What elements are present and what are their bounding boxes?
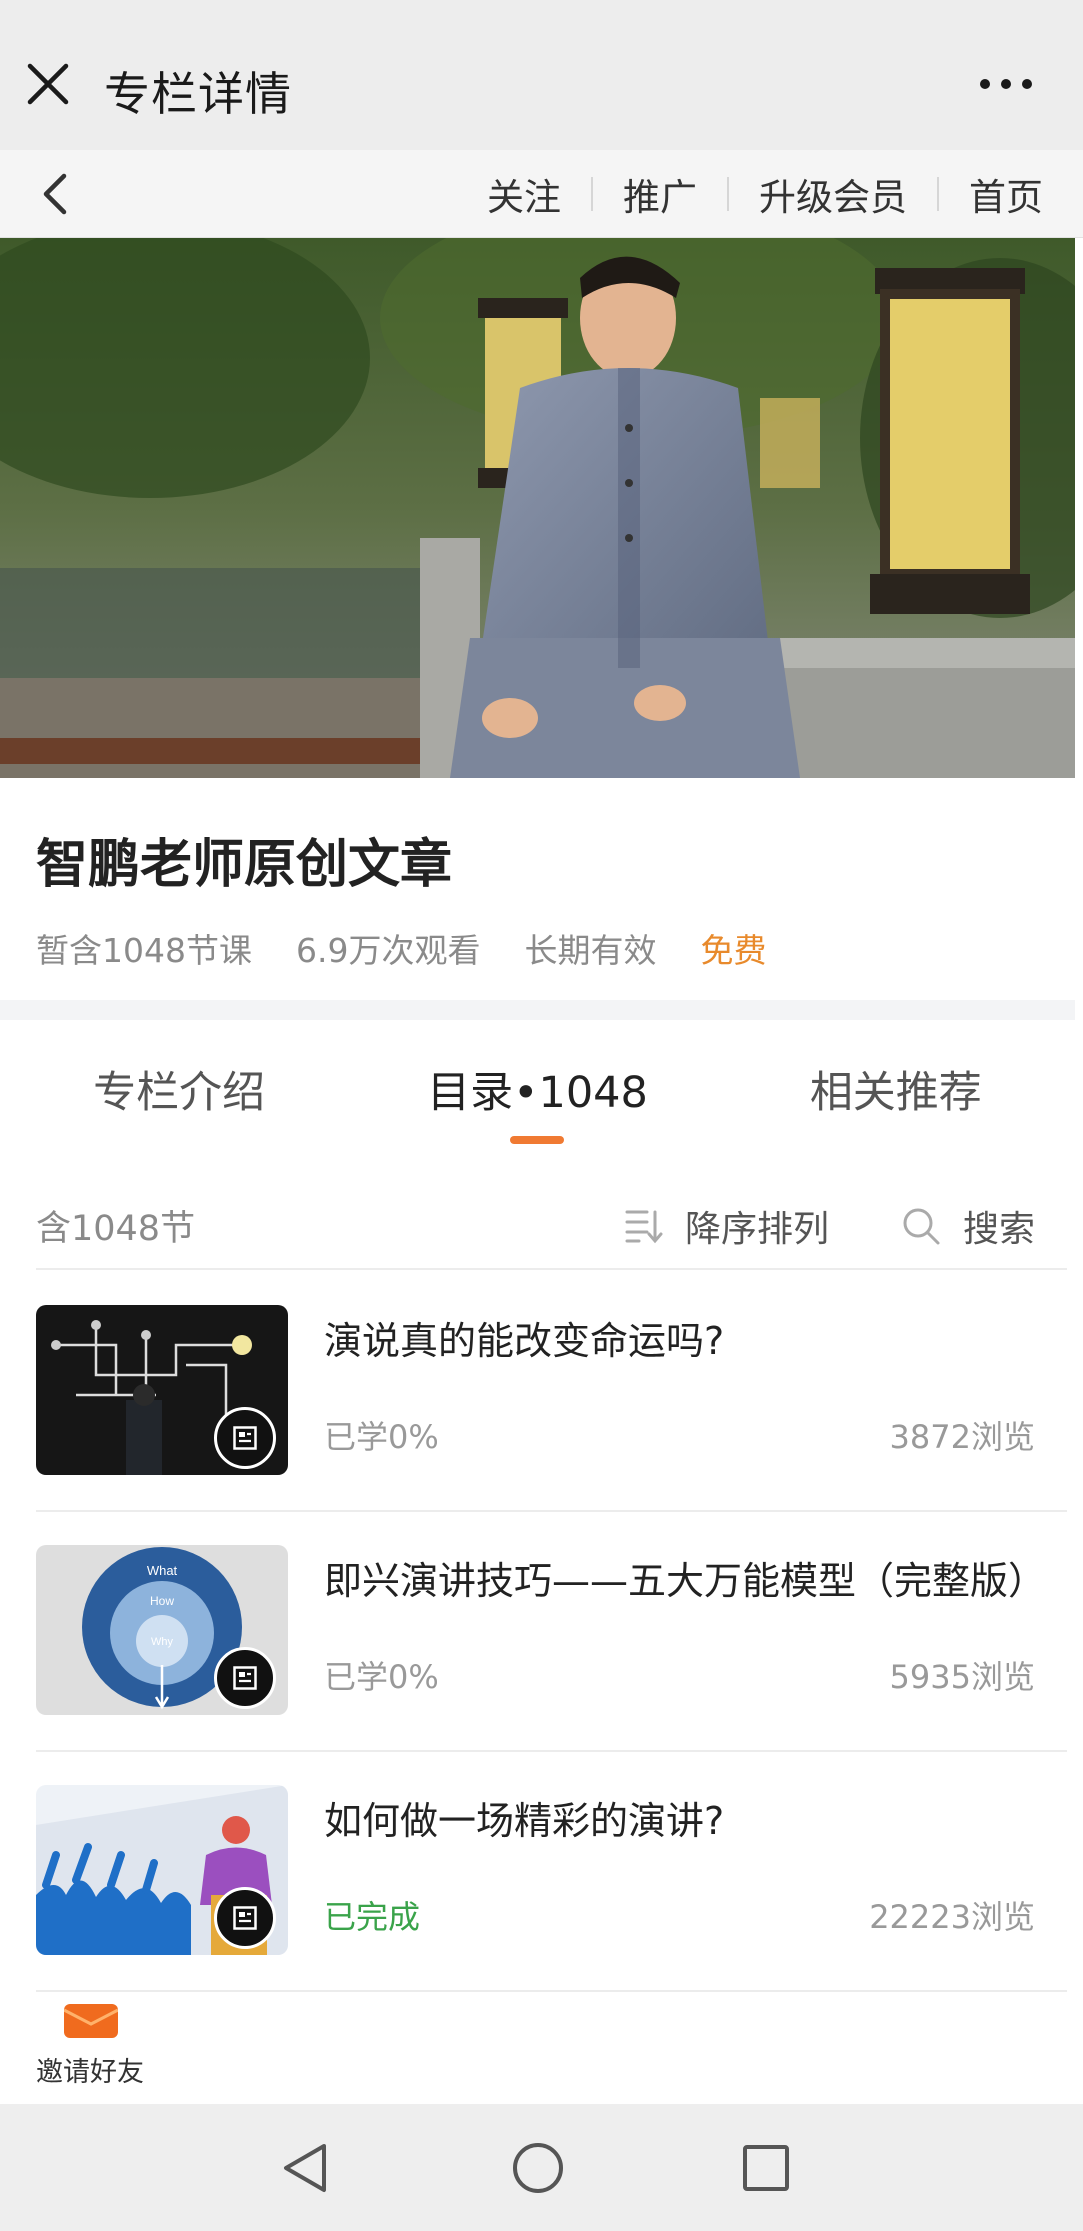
lesson-views: 5935浏览 bbox=[889, 1658, 1035, 1696]
svg-text:Why: Why bbox=[151, 1636, 174, 1648]
view-count: 6.9万次观看 bbox=[295, 931, 481, 970]
search-button[interactable]: 搜索 bbox=[901, 1200, 1035, 1252]
tab-recommend-label: 相关推荐 bbox=[809, 1068, 982, 1118]
sort-button[interactable]: 降序排列 bbox=[625, 1200, 829, 1252]
svg-text:What: What bbox=[147, 1563, 178, 1578]
column-name: 智鹏老师原创文章 bbox=[36, 835, 453, 895]
lesson-title: 如何做一场精彩的演讲? bbox=[324, 1799, 725, 1843]
sort-label: 降序排列 bbox=[684, 1209, 829, 1250]
list-item[interactable]: 演说真的能改变命运吗? 已学0% 3872浏览 bbox=[36, 1272, 1067, 1512]
search-label: 搜索 bbox=[962, 1209, 1035, 1250]
column-cover-image bbox=[0, 238, 1075, 778]
more-options-icon[interactable] bbox=[979, 72, 1033, 96]
lesson-progress: 已学0% bbox=[324, 1658, 439, 1696]
tab-intro-label: 专栏介绍 bbox=[93, 1068, 266, 1118]
validity: 长期有效 bbox=[524, 931, 657, 970]
section-divider bbox=[0, 1000, 1075, 1020]
column-meta: 暂含1048节课 6.9万次观看 长期有效 免费 bbox=[36, 924, 810, 972]
article-icon bbox=[214, 1647, 276, 1709]
system-navigation-bar bbox=[0, 2104, 1083, 2231]
invite-friends-button[interactable]: 邀请好友 bbox=[36, 2000, 146, 2090]
lesson-title: 即兴演讲技巧——五大万能模型（完整版） bbox=[324, 1559, 1047, 1603]
svg-text:How: How bbox=[150, 1594, 174, 1608]
recents-square-icon[interactable] bbox=[738, 2140, 794, 2196]
list-item[interactable]: 如何做一场精彩的演讲? 已完成 22223浏览 bbox=[36, 1752, 1067, 1992]
article-icon bbox=[214, 1407, 276, 1469]
promote-link[interactable]: 推广 bbox=[593, 167, 727, 221]
back-arrow-icon[interactable] bbox=[38, 170, 72, 218]
list-header: 含1048节 降序排列 搜索 bbox=[36, 1190, 1067, 1270]
envelope-icon bbox=[63, 2004, 119, 2038]
tab-bar: 专栏介绍 目录•1048 相关推荐 bbox=[0, 1020, 1075, 1150]
tab-recommend[interactable]: 相关推荐 bbox=[717, 1020, 1075, 1150]
back-triangle-icon[interactable] bbox=[278, 2140, 334, 2196]
lesson-count: 暂含1048节课 bbox=[36, 931, 252, 970]
section-count: 含1048节 bbox=[36, 1209, 196, 1249]
invite-label: 邀请好友 bbox=[36, 2057, 144, 2088]
sub-navigation: 关注 推广 升级会员 首页 bbox=[0, 150, 1083, 238]
list-item[interactable]: What How Why 即兴演讲技巧——五大万能模型（完整版） 已学0% 59… bbox=[36, 1512, 1067, 1752]
home-circle-icon[interactable] bbox=[510, 2140, 566, 2196]
price-badge: 免费 bbox=[700, 931, 767, 970]
follow-link[interactable]: 关注 bbox=[457, 167, 591, 221]
close-icon[interactable] bbox=[24, 60, 72, 108]
tab-catalog[interactable]: 目录•1048 bbox=[358, 1020, 716, 1150]
column-info: 智鹏老师原创文章 暂含1048节课 6.9万次观看 长期有效 免费 bbox=[0, 778, 1075, 1000]
lesson-progress: 已学0% bbox=[324, 1418, 439, 1456]
lesson-views: 3872浏览 bbox=[889, 1418, 1035, 1456]
home-link[interactable]: 首页 bbox=[939, 167, 1043, 221]
article-icon bbox=[214, 1887, 276, 1949]
lesson-progress: 已完成 bbox=[324, 1898, 421, 1936]
lesson-views: 22223浏览 bbox=[869, 1898, 1035, 1936]
search-icon bbox=[903, 1208, 940, 1245]
active-tab-indicator bbox=[510, 1136, 565, 1144]
app-bar: 专栏详情 bbox=[0, 0, 1083, 150]
page-title: 专栏详情 bbox=[104, 67, 292, 121]
tab-intro[interactable]: 专栏介绍 bbox=[0, 1020, 358, 1150]
tab-catalog-label: 目录•1048 bbox=[427, 1068, 648, 1118]
lesson-title: 演说真的能改变命运吗? bbox=[324, 1319, 725, 1363]
upgrade-member-link[interactable]: 升级会员 bbox=[729, 167, 937, 221]
sort-icon bbox=[625, 1210, 663, 1244]
